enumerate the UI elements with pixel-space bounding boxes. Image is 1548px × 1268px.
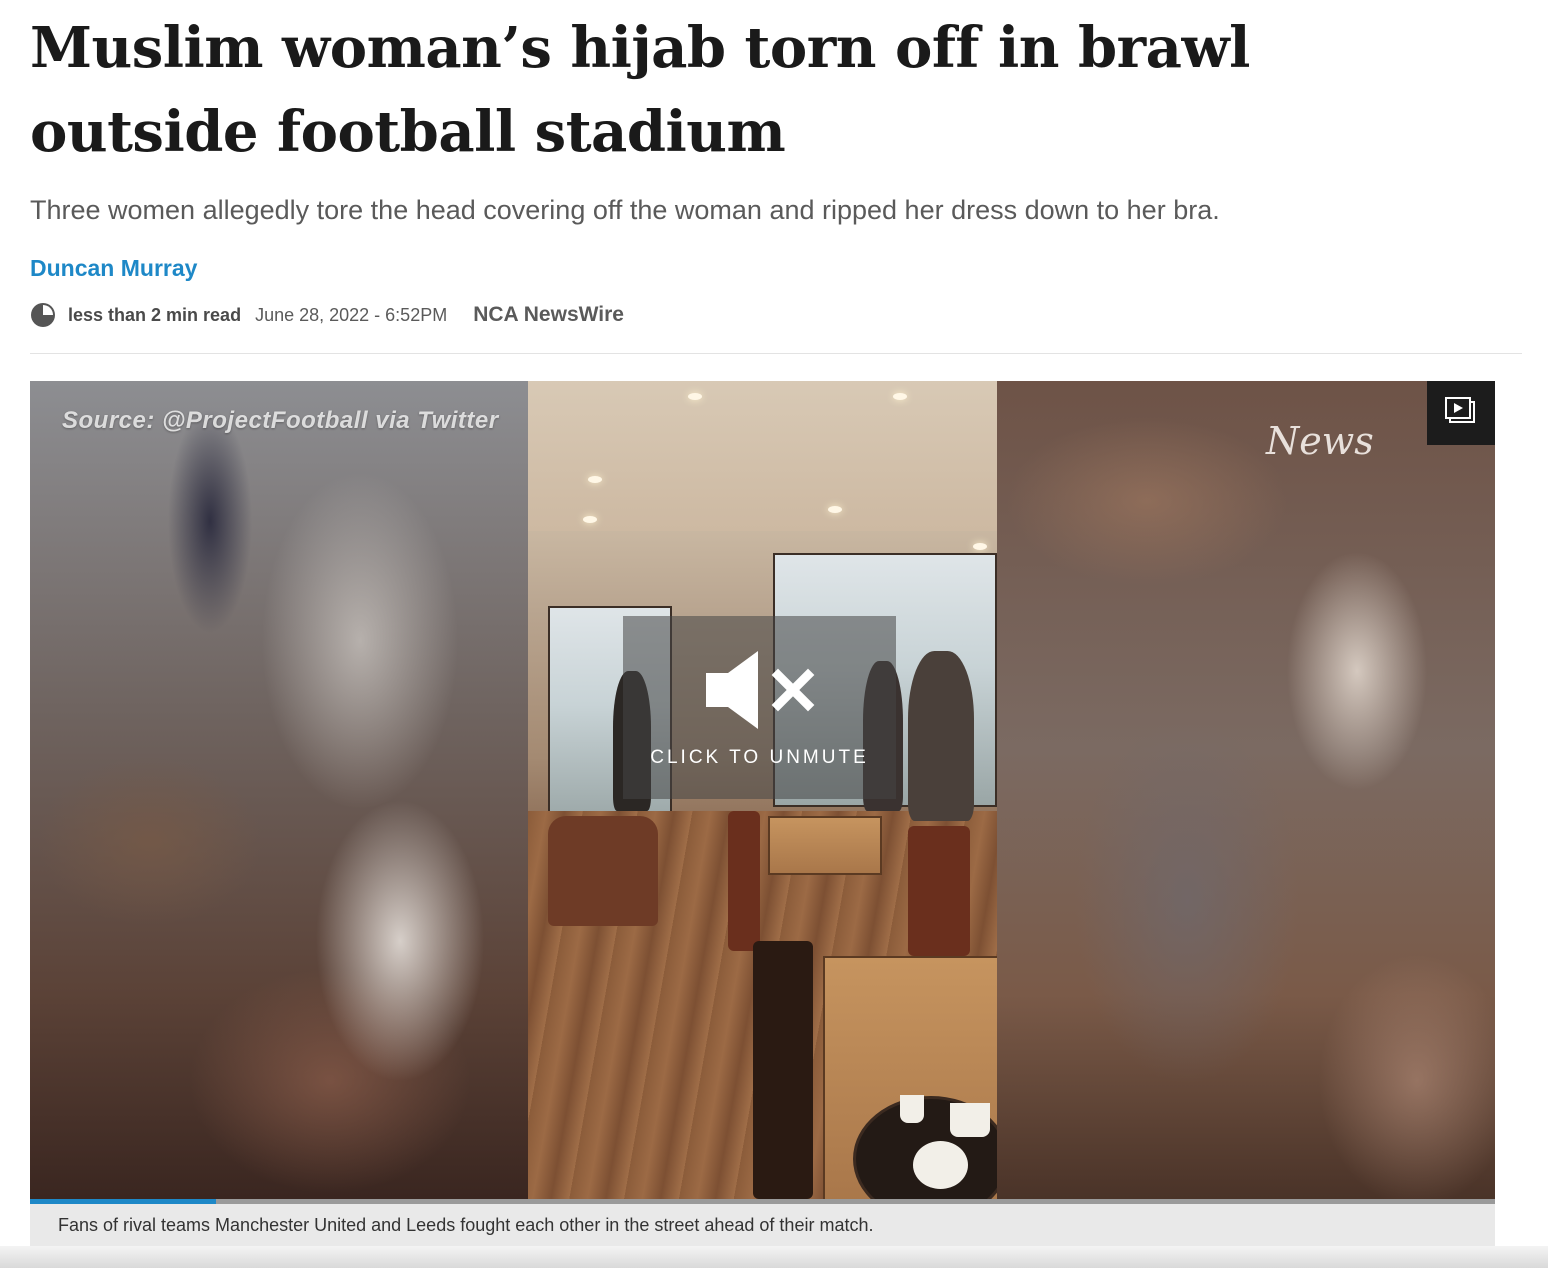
person (908, 651, 974, 821)
playlist-button[interactable] (1427, 381, 1495, 445)
article-page: Muslim woman’s hijab torn off in brawl o… (0, 0, 1548, 1268)
article-headline: Muslim woman’s hijab torn off in brawl o… (30, 15, 1250, 165)
ceiling-light (688, 393, 702, 400)
chair (728, 811, 760, 951)
video-caption-bar: Fans of rival teams Manchester United an… (30, 1204, 1495, 1246)
article-source: NCA NewsWire (473, 303, 624, 326)
video-player[interactable]: Source: @ProjectFootball via Twitter New… (30, 381, 1495, 1199)
chair (753, 941, 813, 1199)
speaker-muted-icon (702, 647, 818, 733)
ceiling-light (828, 506, 842, 513)
teapot (913, 1141, 968, 1189)
read-time: less than 2 min read (68, 304, 242, 325)
unmute-button[interactable]: CLICK TO UNMUTE (623, 616, 896, 799)
author-link[interactable]: Duncan Murray (30, 255, 197, 282)
page-bottom-edge (0, 1246, 1548, 1268)
publish-date: June 28, 2022 - 6:52PM (255, 304, 448, 325)
divider (30, 353, 1522, 354)
ceiling-light (973, 543, 987, 550)
table (768, 816, 882, 875)
armchair (548, 816, 658, 926)
article-standfirst: Three women allegedly tore the head cove… (30, 195, 1220, 225)
unmute-label: CLICK TO UNMUTE (650, 746, 869, 768)
ceiling-light (588, 476, 602, 483)
video-source-watermark: Source: @ProjectFootball via Twitter (62, 407, 499, 434)
video-playlist-icon (1444, 396, 1478, 431)
ceiling-light (893, 393, 907, 400)
ceiling (528, 381, 997, 531)
video-blurred-background-left (30, 381, 528, 1199)
video-blurred-background-right (997, 381, 1495, 1199)
cup (950, 1103, 990, 1137)
video-caption: Fans of rival teams Manchester United an… (58, 1215, 874, 1235)
ceiling-light (583, 516, 597, 523)
chair (908, 826, 970, 956)
article-meta: less than 2 min read June 28, 2022 - 6:5… (30, 300, 624, 330)
news-logo: News (1266, 419, 1374, 463)
cup (900, 1095, 924, 1123)
clock-icon (30, 302, 56, 328)
